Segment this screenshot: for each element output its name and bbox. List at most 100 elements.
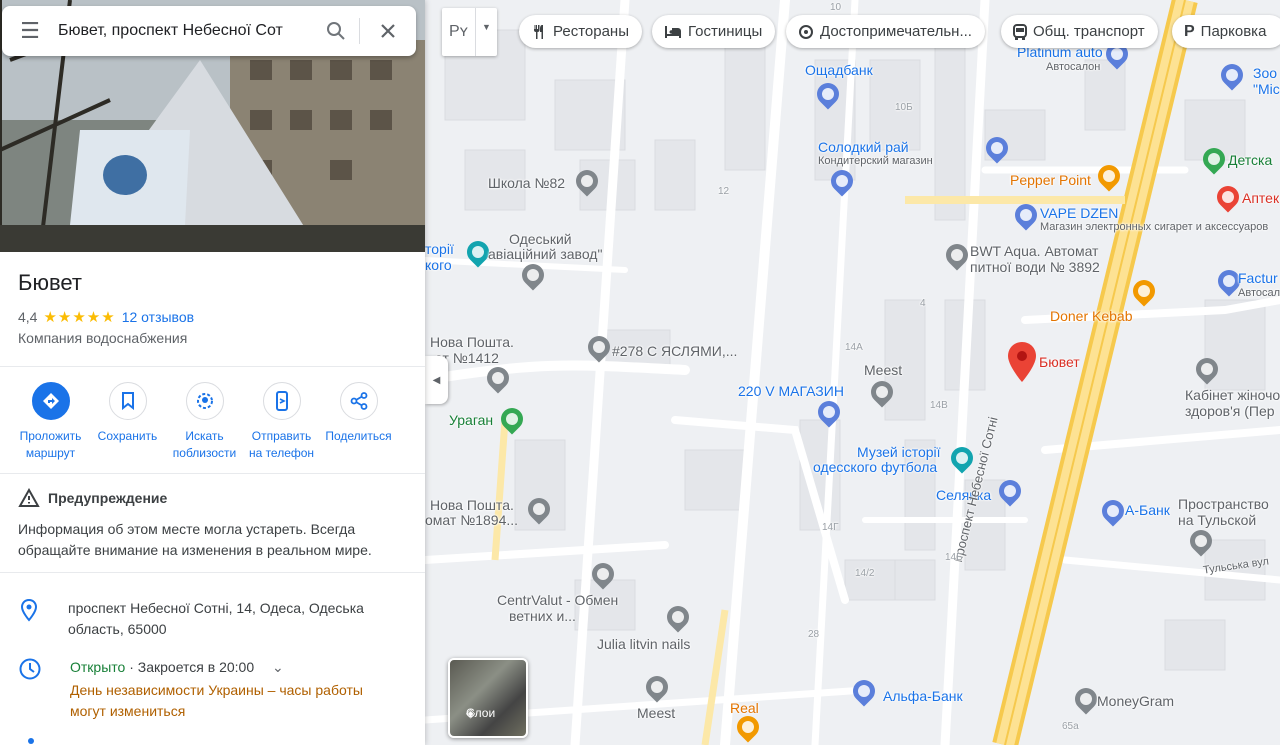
label-platinum2: Автосалон [1046,61,1101,73]
chip-hotels-label: Гостиницы [688,23,763,40]
nearby-button[interactable]: Искать поблизости [166,382,243,462]
label-centrvalut2: ветних и... [509,608,576,624]
send-to-phone-label: Отправить на телефон [248,429,315,460]
label-bwt1: BWT Aqua. Автомат [970,243,1099,259]
language-dropdown-icon[interactable]: ▼ [475,8,497,56]
parking-icon: P [1184,22,1195,40]
search-input[interactable]: Бювет, проспект Небесної Сот [58,22,313,40]
chip-restaurants[interactable]: Рестораны [519,15,642,48]
chip-attractions[interactable]: Достопримечательн... [786,15,985,48]
label-house-12: 12 [718,186,730,197]
share-button[interactable]: Поделиться [320,382,397,462]
label-factur: Factur [1238,270,1278,286]
more-info-icon [28,738,34,744]
directions-button[interactable]: Проложить маршрут [12,382,89,462]
map-language-button[interactable]: Рʏ ▼ [442,8,497,56]
label-house-14a: 14А [845,342,863,353]
rating-row: 4,4 ★★★★★ 12 отзывов [18,308,194,326]
label-alfa: Альфа-Банк [883,688,963,704]
chip-transit-label: Общ. транспорт [1033,23,1145,40]
directions-icon [42,393,59,409]
address-row[interactable]: проспект Небесної Сотні, 14, Одеса, Одес… [18,598,388,640]
phone-icon [275,391,288,411]
nearby-icon [196,393,213,409]
rating-stars-icon: ★★★★★ [43,309,116,326]
layers-button[interactable]: ◈ Слои [448,658,528,738]
label-house-4: 4 [920,298,926,309]
label-np2b: омат №1894... [425,512,519,528]
label-aviazavod-1: Одеський [509,231,572,247]
expand-hours-icon[interactable]: ⌄ [272,659,284,675]
layers-label: Слои [466,706,496,720]
bookmark-icon [121,392,134,410]
close-icon [381,24,395,38]
label-pepper: Pepper Point [1010,172,1091,188]
label-abank: А-Банк [1125,502,1170,518]
label-julia: Julia litvin nails [597,636,691,652]
chevron-left-icon: ◀ [432,374,441,386]
label-vape2: Магазин электронных сигарет и аксессуаро… [1040,221,1269,233]
label-muzey2: одесского футбола [813,459,938,475]
chip-transit[interactable]: Общ. транспорт [1001,15,1158,48]
label-np2: Нова Пошта. [430,497,514,513]
address-text: проспект Небесної Сотні, 14, Одеса, Одес… [68,600,364,637]
close-search-button[interactable] [360,23,416,39]
action-buttons: Проложить маршрут Сохранить Искать побли… [12,382,397,462]
nearby-label: Искать поблизости [172,429,237,460]
divider [0,473,425,474]
label-aptek: Аптек [1242,190,1280,206]
label-yasla: #278 С ЯСЛЯМИ,... [612,343,738,359]
label-house-10b: 10Б [895,102,913,113]
search-button[interactable] [313,21,359,41]
hours-row[interactable]: Открыто · Закроется в 20:00 ⌄ День незав… [18,657,390,722]
label-oschad: Ощадбанк [805,62,873,78]
label-byuvet: Бювет [1039,354,1080,370]
label-meest2: Meest [864,362,903,378]
collapse-panel-button[interactable]: ◀ [425,356,448,404]
divider [0,366,425,367]
label-vape: VAPE DZEN [1040,205,1119,221]
warning-section: Предупреждение Информация об этом месте … [18,488,372,558]
hamburger-icon: ☰ [20,18,40,43]
label-house-14-2: 14/2 [855,568,875,579]
label-uragan: Ураган [449,412,494,428]
label-zoo2: "Mic [1253,81,1280,97]
chip-attractions-label: Достопримечательн... [820,23,972,40]
chip-hotels[interactable]: Гостиницы [652,15,776,48]
label-school: Школа №82 [488,175,566,191]
save-button[interactable]: Сохранить [89,382,166,462]
hours-text: Открыто · Закроется в 20:00 ⌄ День незав… [70,657,390,722]
label-house-14g: 14Г [822,522,839,533]
label-doner: Doner Kebab [1050,308,1133,324]
reviews-link[interactable]: 12 отзывов [122,309,194,325]
selected-place-marker-icon[interactable] [1008,342,1036,382]
label-detska: Детска [1228,152,1273,168]
chip-parking[interactable]: P Парковка [1172,15,1280,48]
label-zoo: Зоо [1253,65,1278,81]
open-status: Открыто [70,659,126,675]
warning-text: Информация об этом месте могла устареть.… [18,521,372,558]
search-box[interactable]: ☰ Бювет, проспект Небесної Сот [2,6,416,56]
place-panel: ☰ Бювет, проспект Небесної Сот Бювет 4,4… [0,0,425,745]
label-real: Real [730,700,759,716]
label-house-14v: 14В [930,400,948,411]
label-aviazavod-2: авіаційний завод" [488,246,603,262]
send-to-phone-button[interactable]: Отправить на телефон [243,382,320,462]
label-centrvalut: CentrValut - Обмен [497,592,619,608]
fork-knife-icon [534,24,543,39]
menu-button[interactable]: ☰ [2,6,58,56]
attraction-icon [799,24,813,39]
label-solod2: Кондитерский магазин [818,155,933,167]
closing-time: · Закроется в 20:00 [125,659,255,675]
label-kabinet1: Кабінет жіночо [1185,387,1280,403]
label-prostr1: Пространство [1178,496,1269,512]
chip-parking-label: Парковка [1200,23,1267,40]
label-factur2: Автосал [1238,287,1280,299]
map-canvas[interactable]: Школа №82 Одеський авіаційний завод" тор… [425,0,1280,745]
label-meest: Meest [637,705,676,721]
label-istorii: торії [425,241,454,257]
chip-restaurants-label: Рестораны [553,23,629,40]
label-np1: Нова Пошта. [430,334,514,350]
place-category[interactable]: Компания водоснабжения [18,330,187,346]
share-icon [350,392,367,410]
